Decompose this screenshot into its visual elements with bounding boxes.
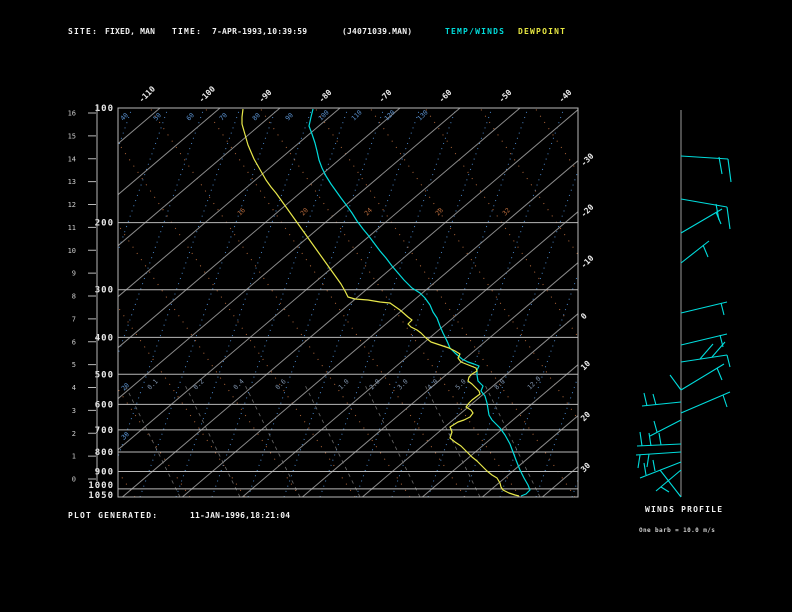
svg-text:-60: -60 [437,88,454,105]
svg-text:130: 130 [416,108,430,122]
svg-text:6: 6 [72,338,76,346]
svg-text:16: 16 [236,206,247,217]
svg-text:2: 2 [72,430,76,438]
svg-text:60: 60 [185,111,196,122]
svg-text:1.0: 1.0 [337,377,351,391]
plot-generated-value: 11-JAN-1996,18:21:04 [190,511,291,520]
isotherm-lines [118,108,578,497]
svg-text:100: 100 [95,104,114,114]
svg-text:11: 11 [68,224,76,232]
svg-text:7: 7 [72,315,76,323]
svg-text:-40: -40 [557,88,574,105]
svg-text:500: 500 [95,370,114,380]
svg-text:8: 8 [72,293,76,301]
svg-text:-30: -30 [579,151,596,168]
svg-text:400: 400 [95,333,114,343]
svg-text:9: 9 [72,270,76,278]
svg-text:0.1: 0.1 [146,377,160,391]
svg-text:12.0: 12.0 [526,375,543,392]
svg-text:5: 5 [72,361,76,369]
svg-text:12: 12 [68,201,76,209]
svg-text:15: 15 [68,132,76,140]
svg-text:3: 3 [72,407,76,415]
svg-text:-100: -100 [197,84,217,104]
svg-text:1000: 1000 [88,481,114,491]
wind-barb-profile [635,110,732,498]
svg-text:600: 600 [95,400,114,410]
svg-text:-110: -110 [137,84,157,104]
svg-text:4: 4 [72,384,76,392]
svg-text:100: 100 [317,108,331,122]
svg-text:300: 300 [95,286,114,296]
temp-curve [308,108,531,497]
svg-text:-90: -90 [257,88,274,105]
left-axes: 1002003004005006007008009001000105001234… [68,104,114,501]
background-line-families [118,108,578,497]
svg-text:80: 80 [251,111,262,122]
svg-text:10: 10 [579,359,592,372]
svg-text:13: 13 [68,178,76,186]
svg-text:28: 28 [434,206,445,217]
svg-text:70: 70 [218,111,229,122]
temperature-tick-labels: -110 -100 -90 -80 -70 -60 -50 -40-30-20-1001020… [137,84,596,474]
svg-text:20: 20 [120,381,131,392]
svg-text:20: 20 [579,410,592,423]
svg-text:16: 16 [68,110,76,118]
svg-text:-50: -50 [497,88,514,105]
svg-text:14: 14 [68,155,76,163]
dewpoint-curve [241,108,520,497]
svg-text:20: 20 [299,206,310,217]
skewt-chart: 40 50 60 70 80 90 100 110 120 13016 20 24 28 320.1 0.2… [68,84,732,501]
svg-text:0.4: 0.4 [232,377,246,391]
svg-text:40: 40 [119,111,130,122]
svg-text:1050: 1050 [88,491,114,501]
plot-generated-label: PLOT GENERATED: [68,511,159,520]
svg-text:0: 0 [72,476,76,484]
svg-text:50: 50 [152,111,163,122]
svg-text:-10: -10 [579,253,596,270]
winds-profile-subtitle: One barb = 10.0 m/s [639,527,716,534]
svg-text:110: 110 [350,108,364,122]
svg-text:2.0: 2.0 [368,377,382,391]
svg-text:0.2: 0.2 [192,377,206,391]
svg-text:-20: -20 [579,202,596,219]
svg-text:24: 24 [363,206,374,217]
svg-text:90: 90 [284,111,295,122]
svg-text:800: 800 [95,448,114,458]
svg-text:0: 0 [579,311,589,321]
svg-text:200: 200 [95,219,114,229]
svg-text:32: 32 [501,206,512,217]
svg-text:-70: -70 [377,88,394,105]
svg-text:4.0: 4.0 [426,377,440,391]
sounding-app-window: SITE: FIXED, MAN TIME: 7-APR-1993,10:39:… [0,0,792,612]
svg-text:30: 30 [579,461,592,474]
svg-text:700: 700 [95,426,114,436]
svg-text:0.6: 0.6 [274,377,288,391]
svg-text:-80: -80 [317,88,334,105]
winds-profile-title: WINDS PROFILE [645,505,724,514]
pressure-gridlines [117,107,579,498]
svg-text:900: 900 [95,467,114,477]
svg-text:10: 10 [68,247,76,255]
svg-text:5.0: 5.0 [454,377,468,391]
svg-text:3.0: 3.0 [396,377,410,391]
svg-text:8.0: 8.0 [493,377,507,391]
svg-text:1: 1 [72,453,76,461]
